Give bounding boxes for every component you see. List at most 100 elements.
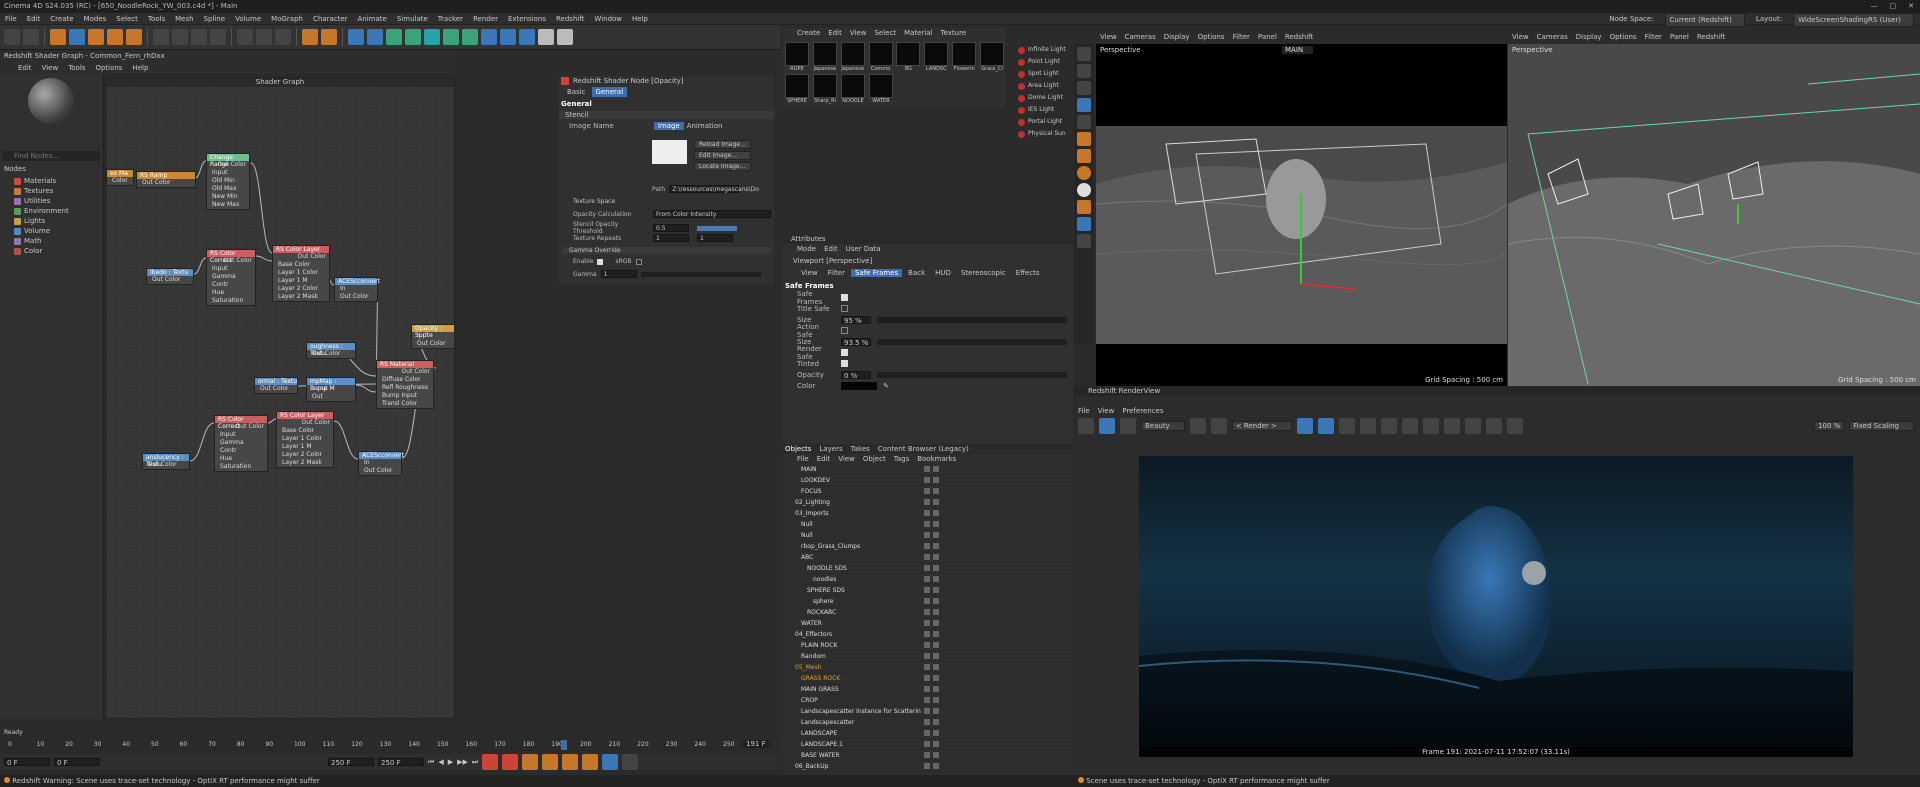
visibility-checkbox[interactable]: [924, 642, 930, 648]
attributes-tab[interactable]: Safe Frames: [850, 269, 903, 277]
node-category-volume[interactable]: Volume: [0, 226, 100, 236]
viewport-menu-item[interactable]: View: [1512, 30, 1529, 44]
render-checkbox[interactable]: [933, 510, 939, 516]
shader-node-port[interactable]: New Max: [207, 201, 249, 209]
object-row[interactable]: Null: [795, 530, 1073, 541]
shader-node-port[interactable]: Contr: [215, 447, 267, 455]
end-frame-field[interactable]: 250 F: [378, 758, 424, 767]
viewport-menu-item[interactable]: Cameras: [1537, 30, 1568, 44]
render-icon[interactable]: [256, 29, 272, 45]
autokey-icon[interactable]: [502, 754, 519, 770]
node-category-math[interactable]: Math: [0, 236, 100, 246]
object-row[interactable]: CROP: [795, 695, 1073, 706]
node-category-textures[interactable]: Textures: [0, 186, 100, 196]
key-pla-icon[interactable]: [622, 754, 639, 770]
sidebar-tool-icon[interactable]: [1077, 132, 1091, 146]
sidebar-tool-icon[interactable]: [1077, 200, 1091, 214]
key-icon[interactable]: [522, 754, 539, 770]
shader-node-port[interactable]: In: [359, 459, 401, 467]
material-menu-edit[interactable]: Edit: [828, 29, 842, 37]
visibility-checkbox[interactable]: [924, 609, 930, 615]
object-row[interactable]: rbop_Grass_Clumps: [795, 541, 1073, 552]
menu-item-help[interactable]: Help: [627, 13, 653, 25]
menu-item-mograph[interactable]: MoGraph: [266, 13, 308, 25]
visibility-checkbox[interactable]: [924, 686, 930, 692]
render-checkbox[interactable]: [933, 532, 939, 538]
grid-icon[interactable]: [519, 29, 535, 45]
menu-item-tracker[interactable]: Tracker: [433, 13, 468, 25]
render-view-menu-item[interactable]: Preferences: [1122, 407, 1163, 415]
menu-item-spline[interactable]: Spline: [199, 13, 231, 25]
object-row[interactable]: WATER: [795, 618, 1073, 629]
menu-item-file[interactable]: File: [0, 13, 22, 25]
shader-node-port[interactable]: Color: [107, 177, 133, 185]
material-swatch[interactable]: Japanese: [812, 42, 838, 72]
shader-graph-canvas[interactable]: Shader Graph RS Ramp Out Color Change Rang…: [105, 77, 455, 719]
attributes-menu-item[interactable]: Mode: [797, 245, 816, 253]
visibility-checkbox[interactable]: [924, 653, 930, 659]
visibility-checkbox[interactable]: [924, 763, 930, 769]
render-checkbox[interactable]: [933, 466, 939, 472]
shader-node-port[interactable]: Inp: [412, 332, 454, 340]
object-row[interactable]: 05_Mesh: [795, 662, 1073, 673]
shader-node-port[interactable]: Diffuse Color: [377, 376, 433, 384]
select-icon[interactable]: [50, 29, 66, 45]
menu-item-create[interactable]: Create: [45, 13, 78, 25]
viewport-menu-item[interactable]: Display: [1576, 30, 1602, 44]
material-menu-create[interactable]: Create: [797, 29, 820, 37]
shader-node[interactable]: mpMap : Bump M Input Out: [306, 377, 356, 402]
fit-icon[interactable]: [1422, 418, 1439, 434]
attribute-checkbox[interactable]: [841, 349, 848, 356]
render-checkbox[interactable]: [933, 719, 939, 725]
viewport-menu-item[interactable]: View: [1100, 30, 1117, 44]
light-item[interactable]: Spot Light: [1018, 68, 1072, 80]
tab-animation[interactable]: Animation: [687, 122, 723, 130]
material-menu-texture[interactable]: Texture: [941, 29, 967, 37]
material-swatch[interactable]: Japanese: [840, 42, 866, 72]
object-row[interactable]: noodles: [795, 574, 1073, 585]
attributes-tab[interactable]: HUD: [931, 269, 955, 277]
shader-node-port[interactable]: Transl Color: [377, 400, 433, 408]
bulb-icon[interactable]: [557, 29, 573, 45]
render-checkbox[interactable]: [933, 477, 939, 483]
object-row[interactable]: PLAIN ROCK: [795, 640, 1073, 651]
material-swatch[interactable]: WATER: [868, 74, 894, 104]
attribute-field[interactable]: 95 %: [841, 315, 871, 325]
shader-node-port[interactable]: Out Color: [143, 461, 189, 469]
eyedropper-icon[interactable]: ✎: [883, 382, 889, 390]
y-axis-icon[interactable]: [172, 29, 188, 45]
shader-node-port[interactable]: Out Color: [412, 340, 454, 348]
object-row[interactable]: NOODLE SDS: [795, 563, 1073, 574]
shader-node-port[interactable]: Base Color: [277, 427, 333, 435]
viewport-menu-item[interactable]: Cameras: [1125, 30, 1156, 44]
render-view-menu-item[interactable]: File: [1078, 407, 1090, 415]
render-checkbox[interactable]: [933, 488, 939, 494]
render-image[interactable]: Frame 191: 2021-07-11 17:52:07 (33.11s): [1139, 456, 1853, 757]
viewport-menu-item[interactable]: Display: [1164, 30, 1190, 44]
node-category-color[interactable]: Color: [0, 246, 100, 256]
menu-item-edit[interactable]: Edit: [22, 13, 46, 25]
stop-icon[interactable]: [1189, 418, 1206, 434]
circle-icon[interactable]: [1380, 418, 1397, 434]
object-row[interactable]: Null: [795, 519, 1073, 530]
material-menu-view[interactable]: View: [850, 29, 867, 37]
render-checkbox[interactable]: [933, 763, 939, 769]
render-view-icon[interactable]: [237, 29, 253, 45]
shader-node-port[interactable]: Layer 2 Color: [277, 451, 333, 459]
subdivision-icon[interactable]: [386, 29, 402, 45]
shader-node-port[interactable]: Old Max: [207, 185, 249, 193]
stencil-threshold-field[interactable]: 0.5: [653, 224, 689, 232]
shader-node[interactable]: lbedo : Textu Out Color: [146, 268, 194, 285]
shader-node[interactable]: Change Range Out Color Input Old Min Old Max…: [206, 153, 250, 210]
render-checkbox[interactable]: [933, 598, 939, 604]
model-mode-icon[interactable]: [302, 29, 318, 45]
srgb-checkbox[interactable]: [635, 258, 642, 265]
start-frame-field[interactable]: 0 F: [4, 758, 50, 767]
attribute-checkbox[interactable]: [841, 305, 848, 312]
visibility-checkbox[interactable]: [924, 499, 930, 505]
shader-node-output[interactable]: Out Color: [377, 368, 433, 376]
object-row[interactable]: Landscapescatter Instance for Scattering: [795, 706, 1073, 717]
render-checkbox[interactable]: [933, 752, 939, 758]
shader-node-port[interactable]: Contr: [207, 281, 255, 289]
viewport-left[interactable]: View Cameras Display Options Filter Panel Reds…: [1096, 33, 1507, 386]
